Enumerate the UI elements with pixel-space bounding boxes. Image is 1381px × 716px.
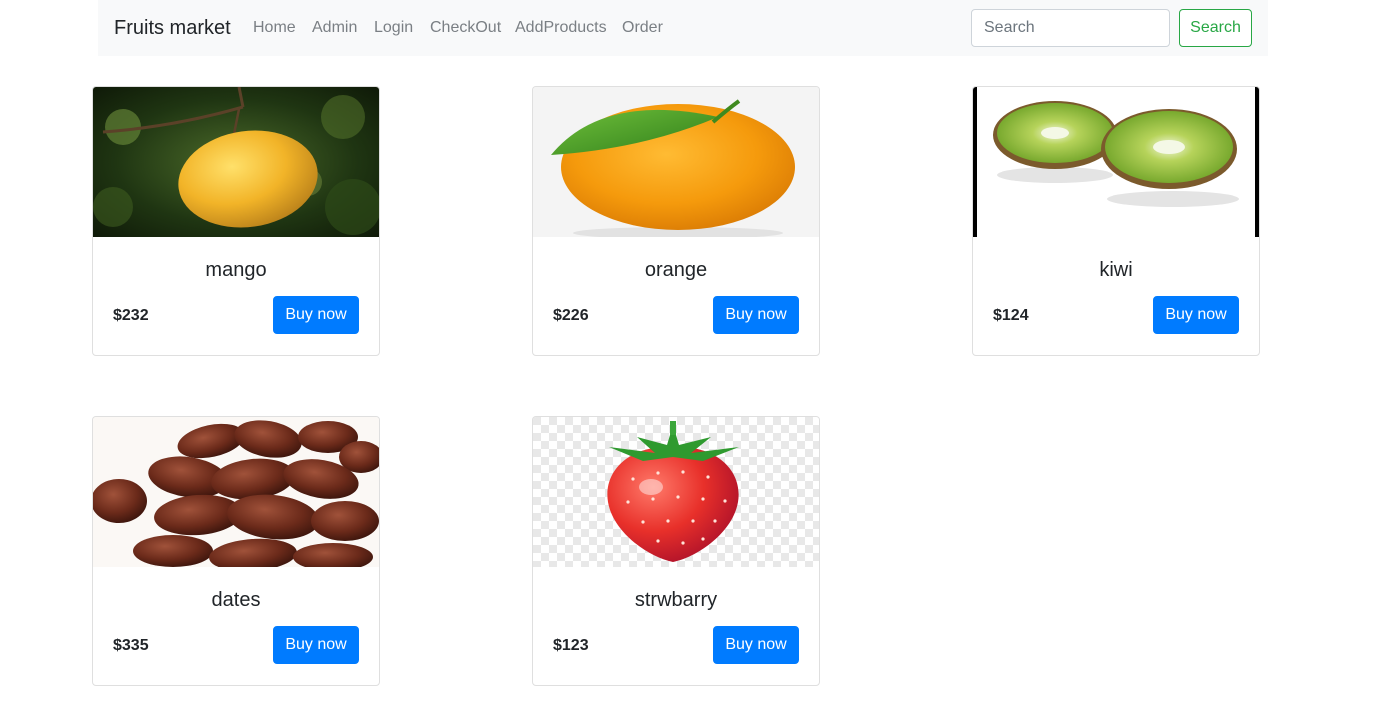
buy-now-button-mango[interactable]: Buy now [273,296,359,334]
product-name: strwbarry [634,589,718,611]
nav-link-admin[interactable]: Admin [312,18,357,38]
product-image-orange [533,87,819,237]
nav-link-addproducts[interactable]: AddProducts [515,18,607,38]
buy-now-button-strwbarry[interactable]: Buy now [713,626,799,664]
product-image-strwbarry [533,417,819,567]
product-price: $124 [993,307,1029,324]
buy-now-button-dates[interactable]: Buy now [273,626,359,664]
buy-now-button-orange[interactable]: Buy now [713,296,799,334]
product-card-orange: orange $226 Buy now [532,86,820,356]
product-price: $123 [553,637,589,654]
nav-link-order[interactable]: Order [622,18,663,38]
product-card-strwbarry: strwbarry $123 Buy now [532,416,820,686]
product-card-kiwi: kiwi $124 Buy now [972,86,1260,356]
product-name: orange [644,259,708,281]
product-price: $232 [113,307,149,324]
product-card-dates: dates $335 Buy now [92,416,380,686]
product-image-mango [93,87,379,237]
product-card-mango: mango $232 Buy now [92,86,380,356]
nav-link-checkout[interactable]: CheckOut [430,18,501,38]
product-price: $335 [113,637,149,654]
nav-link-home[interactable]: Home [253,18,296,38]
buy-now-button-kiwi[interactable]: Buy now [1153,296,1239,334]
product-price: $226 [553,307,589,324]
product-image-kiwi [973,87,1259,237]
product-name: mango [205,259,267,281]
product-name: dates [211,589,261,611]
product-name: kiwi [1099,259,1133,281]
brand-link[interactable]: Fruits market [114,16,231,40]
product-image-dates [93,417,379,567]
navbar: Fruits market Home Admin Login CheckOut … [98,0,1268,56]
search-input[interactable] [971,9,1170,47]
search-button[interactable]: Search [1179,9,1252,47]
nav-link-login[interactable]: Login [374,18,413,38]
